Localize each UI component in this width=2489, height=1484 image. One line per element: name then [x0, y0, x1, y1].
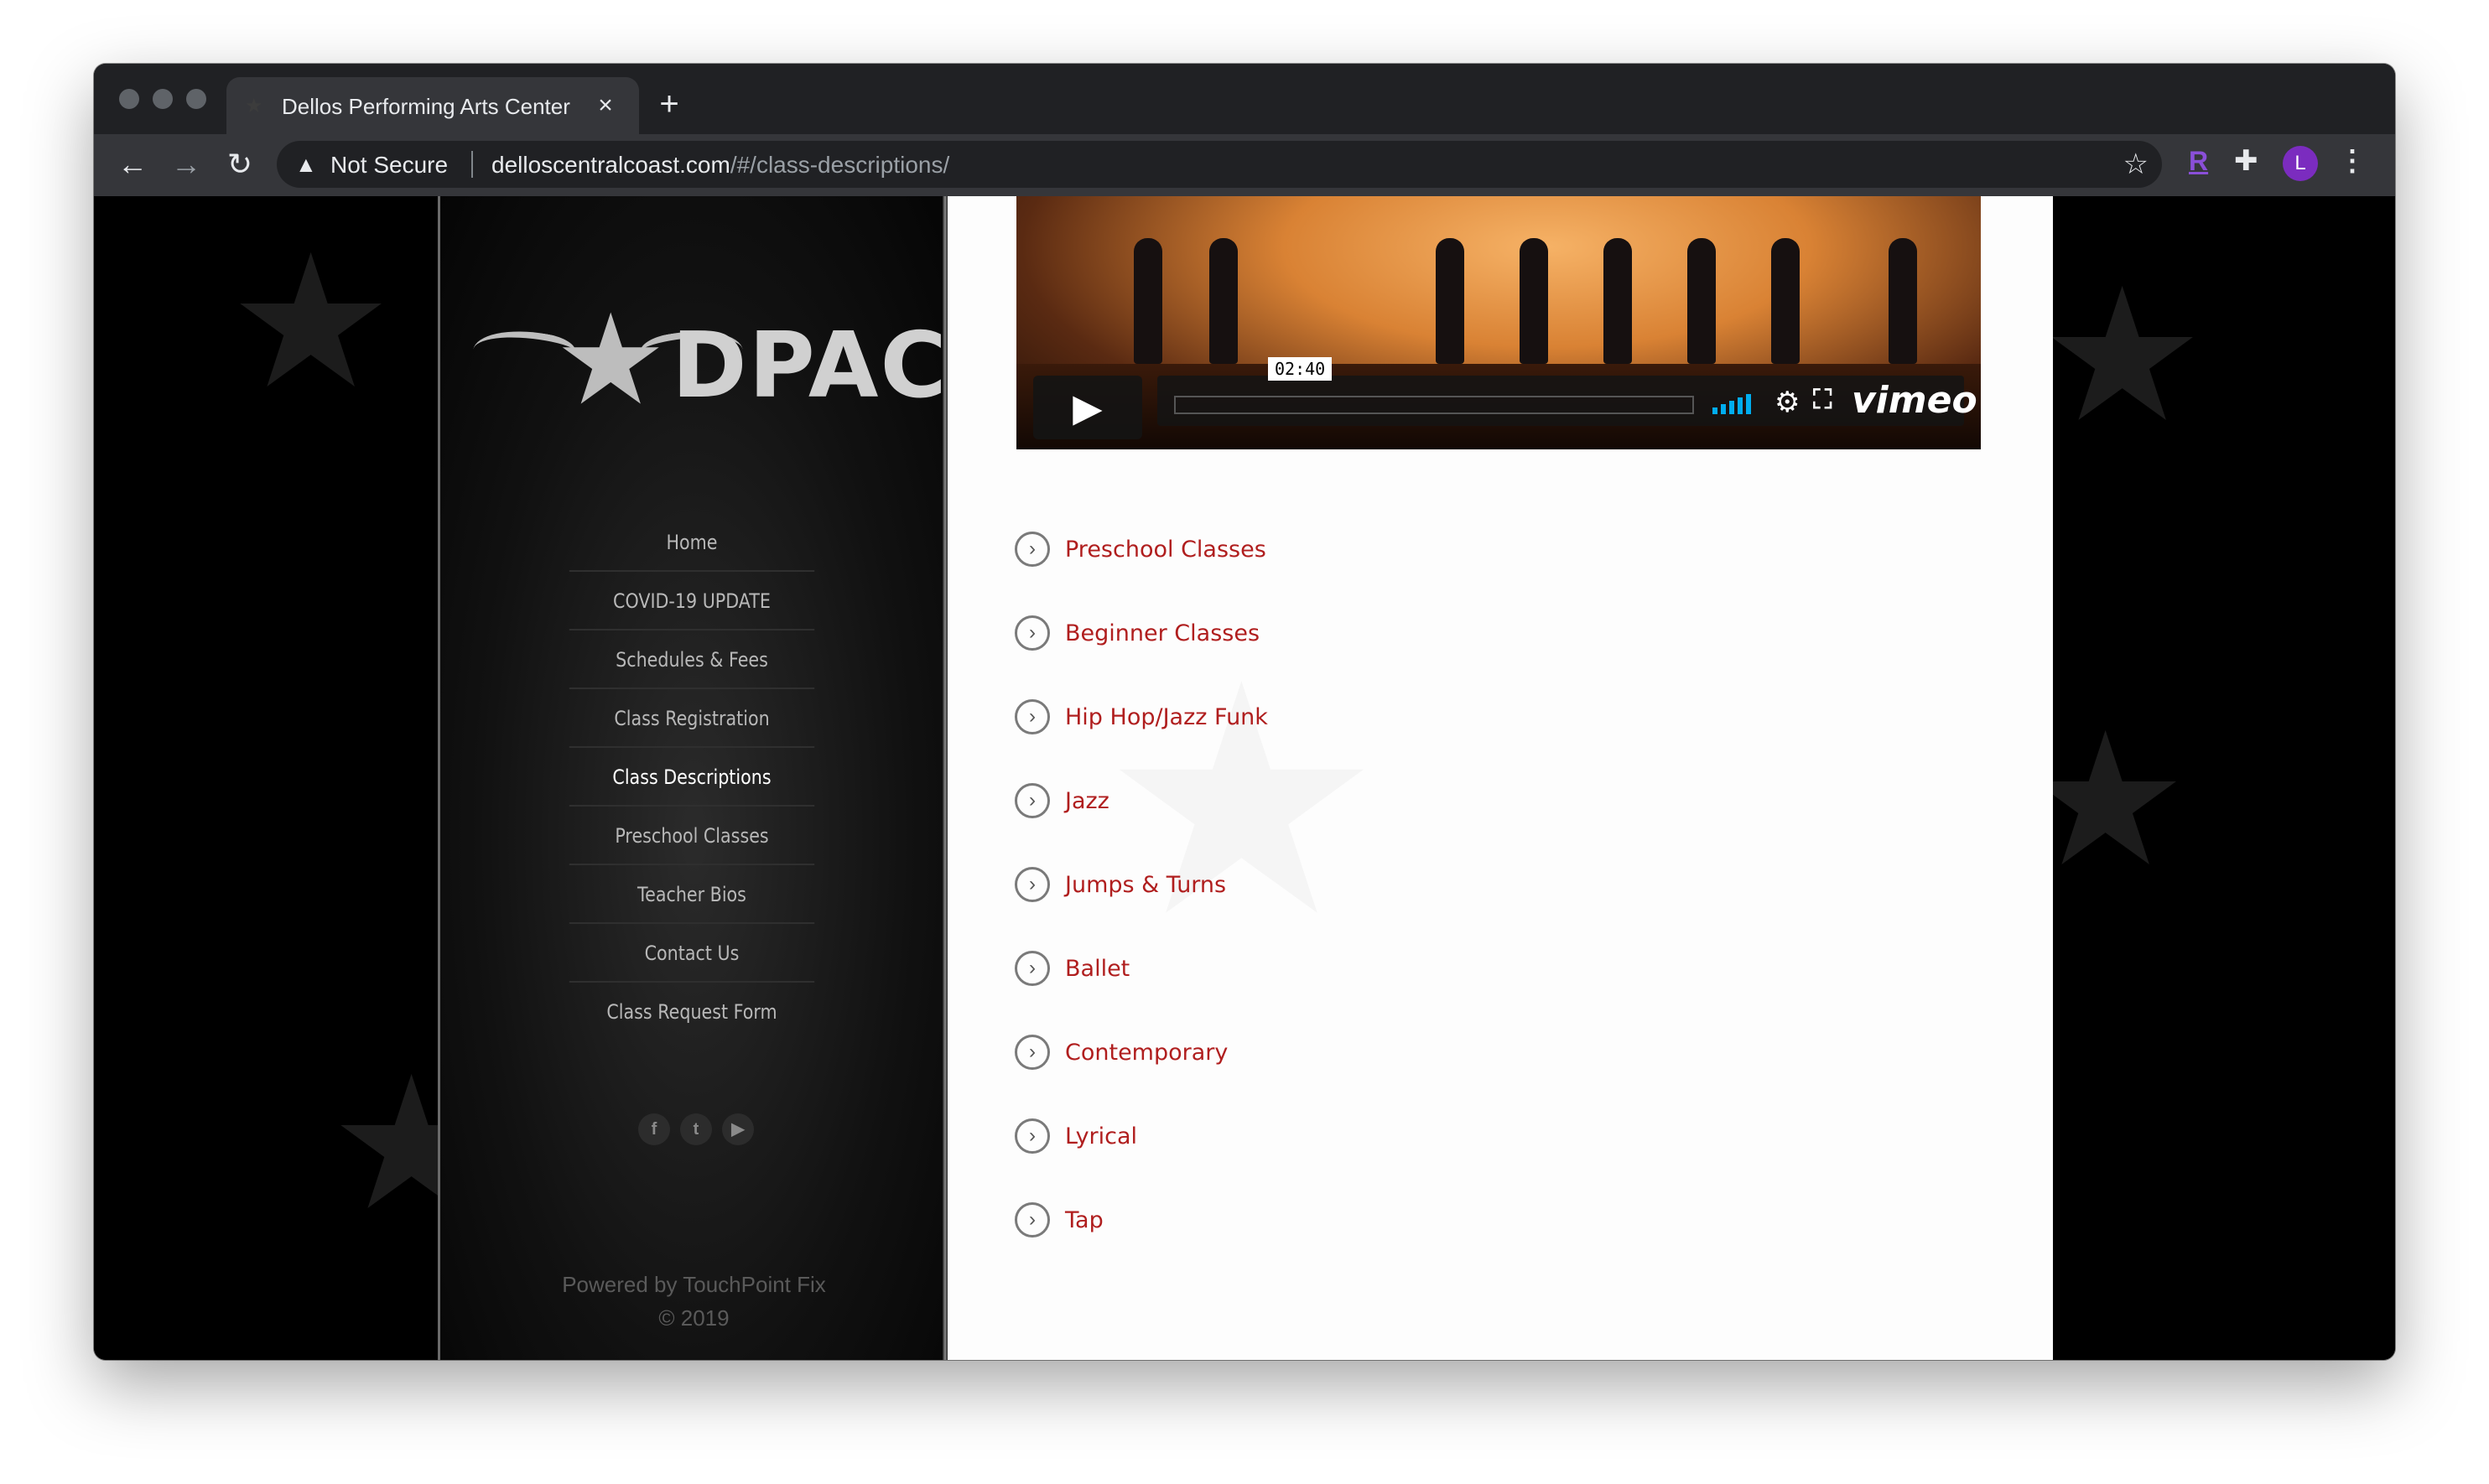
- maximize-window-button[interactable]: [186, 89, 206, 109]
- logo-star-icon: ★: [554, 289, 668, 430]
- nav-preschool-classes[interactable]: Preschool Classes: [569, 807, 815, 865]
- star-favicon-icon: ★: [245, 95, 263, 117]
- url-separator: [471, 151, 473, 178]
- address-bar[interactable]: ▲ Not Secure delloscentralcoast.com/#/cl…: [277, 141, 2162, 188]
- chevron-right-icon: ›: [1015, 1118, 1050, 1154]
- main-nav: Home COVID-19 UPDATE Schedules & Fees Cl…: [549, 513, 834, 1041]
- list-item[interactable]: › Ballet: [1015, 951, 1686, 1035]
- url-host: delloscentralcoast.com: [491, 152, 730, 178]
- social-links: f t ▶: [638, 1113, 756, 1147]
- youtube-icon[interactable]: ▶: [722, 1113, 754, 1145]
- dancer-figure: [1209, 238, 1238, 364]
- dancer-figure: [1134, 238, 1162, 364]
- browser-window: ★ Dellos Performing Arts Center × + ← → …: [94, 64, 2395, 1360]
- page-viewport: ★ ★ ★ ★ ★ DPAC Home COVID-19 UPDATE Sche…: [94, 196, 2395, 1360]
- powered-by-text[interactable]: Powered by TouchPoint Fix: [440, 1268, 948, 1301]
- browser-menu-icon[interactable]: ⋮: [2338, 144, 2367, 178]
- list-item[interactable]: › Contemporary: [1015, 1035, 1686, 1118]
- browser-toolbar: ← → ↻ ▲ Not Secure delloscentralcoast.co…: [94, 134, 2395, 196]
- main-content: ★ ▶ 02:40 ⚙ ⛶ vimeo › Preschool Classes …: [948, 196, 2053, 1360]
- nav-class-registration[interactable]: Class Registration: [569, 689, 815, 748]
- list-item[interactable]: › Preschool Classes: [1015, 532, 1686, 615]
- list-item[interactable]: › Lyrical: [1015, 1118, 1686, 1202]
- logo-text: DPAC: [672, 314, 948, 418]
- class-link[interactable]: Beginner Classes: [1065, 620, 1260, 646]
- new-tab-button[interactable]: +: [651, 87, 688, 124]
- dpac-logo[interactable]: ★ DPAC: [470, 289, 947, 431]
- class-link[interactable]: Lyrical: [1065, 1123, 1137, 1149]
- chevron-right-icon: ›: [1015, 783, 1050, 818]
- dancer-figure: [1520, 238, 1548, 364]
- close-window-button[interactable]: [119, 89, 139, 109]
- class-link[interactable]: Hip Hop/Jazz Funk: [1065, 704, 1268, 730]
- chevron-right-icon: ›: [1015, 951, 1050, 986]
- class-link[interactable]: Preschool Classes: [1065, 537, 1266, 563]
- sidebar: ★ DPAC Home COVID-19 UPDATE Schedules & …: [438, 196, 948, 1360]
- chevron-right-icon: ›: [1015, 1035, 1050, 1070]
- url-path: /#/class-descriptions/: [730, 152, 950, 178]
- footer-credits: Powered by TouchPoint Fix © 2019: [440, 1268, 948, 1335]
- nav-class-descriptions[interactable]: Class Descriptions: [569, 748, 815, 807]
- tab-strip: ★ Dellos Performing Arts Center × +: [94, 64, 2395, 134]
- dancer-figure: [1687, 238, 1716, 364]
- warning-icon: ▲: [295, 152, 317, 177]
- twitter-icon[interactable]: t: [680, 1113, 712, 1145]
- fullscreen-icon[interactable]: ⛶: [1813, 384, 1832, 416]
- chevron-right-icon: ›: [1015, 699, 1050, 734]
- nav-home[interactable]: Home: [569, 513, 815, 572]
- class-link[interactable]: Contemporary: [1065, 1040, 1228, 1066]
- facebook-icon[interactable]: f: [638, 1113, 670, 1145]
- vimeo-logo[interactable]: vimeo: [1852, 379, 1977, 422]
- security-label[interactable]: Not Secure: [330, 152, 448, 179]
- minimize-window-button[interactable]: [153, 89, 173, 109]
- class-link[interactable]: Jumps & Turns: [1065, 872, 1226, 898]
- extension-r-icon[interactable]: R: [2189, 146, 2208, 177]
- video-control-bar: 02:40 ⚙ ⛶ vimeo: [1157, 357, 1977, 426]
- video-controls: ▶ 02:40 ⚙ ⛶ vimeo: [1033, 357, 1977, 439]
- time-tooltip: 02:40: [1268, 357, 1333, 381]
- class-link[interactable]: Ballet: [1065, 956, 1130, 982]
- profile-avatar[interactable]: L: [2283, 146, 2318, 181]
- dancer-figure: [1771, 238, 1800, 364]
- chevron-right-icon: ›: [1015, 615, 1050, 651]
- dancer-figure: [1889, 238, 1917, 364]
- class-link[interactable]: Jazz: [1065, 788, 1109, 814]
- forward-arrow-icon[interactable]: →: [166, 144, 206, 184]
- progress-bar[interactable]: [1174, 396, 1694, 414]
- nav-class-request-form[interactable]: Class Request Form: [569, 983, 814, 1041]
- vimeo-video-player[interactable]: ▶ 02:40 ⚙ ⛶ vimeo: [1016, 196, 1981, 449]
- url-text[interactable]: delloscentralcoast.com/#/class-descripti…: [491, 152, 949, 179]
- back-arrow-icon[interactable]: ←: [112, 144, 153, 184]
- background-star-icon: ★: [2040, 252, 2206, 459]
- nav-covid-update[interactable]: COVID-19 UPDATE: [569, 572, 815, 630]
- list-item[interactable]: › Hip Hop/Jazz Funk: [1015, 699, 1686, 783]
- chevron-right-icon: ›: [1015, 1202, 1050, 1238]
- play-icon[interactable]: ▶: [1033, 376, 1142, 439]
- reload-icon[interactable]: ↻: [220, 144, 260, 184]
- list-item[interactable]: › Beginner Classes: [1015, 615, 1686, 699]
- nav-schedules-fees[interactable]: Schedules & Fees: [569, 630, 815, 689]
- volume-icon[interactable]: [1712, 392, 1758, 414]
- tab-title: Dellos Performing Arts Center: [282, 94, 570, 119]
- class-descriptions-list: › Preschool Classes › Beginner Classes ›…: [1015, 532, 1686, 1286]
- class-link[interactable]: Tap: [1065, 1207, 1104, 1233]
- chevron-right-icon: ›: [1015, 867, 1050, 902]
- settings-gear-icon[interactable]: ⚙: [1775, 386, 1800, 419]
- list-item[interactable]: › Jazz: [1015, 783, 1686, 867]
- bookmark-star-icon[interactable]: ☆: [2123, 148, 2149, 181]
- list-item[interactable]: › Jumps & Turns: [1015, 867, 1686, 951]
- extensions-puzzle-icon[interactable]: ✚: [2234, 144, 2258, 178]
- chevron-right-icon: ›: [1015, 532, 1050, 567]
- tab-close-icon[interactable]: ×: [589, 89, 622, 122]
- dancer-figure: [1603, 238, 1632, 364]
- copyright-text: © 2019: [658, 1305, 730, 1331]
- background-star-icon: ★: [228, 219, 394, 425]
- dancer-figure: [1436, 238, 1464, 364]
- nav-contact-us[interactable]: Contact Us: [569, 924, 815, 983]
- nav-teacher-bios[interactable]: Teacher Bios: [569, 865, 815, 924]
- list-item[interactable]: › Tap: [1015, 1202, 1686, 1286]
- browser-tab[interactable]: ★ Dellos Performing Arts Center ×: [226, 77, 639, 134]
